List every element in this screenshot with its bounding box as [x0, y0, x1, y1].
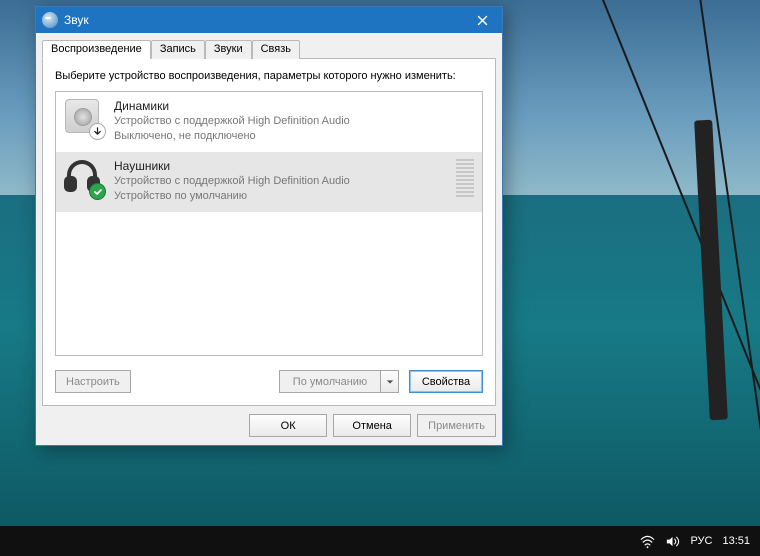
- tab-playback[interactable]: Воспроизведение: [42, 40, 151, 59]
- device-status: Выключено, не подключено: [114, 129, 474, 144]
- tab-sounds[interactable]: Звуки: [205, 40, 252, 59]
- device-status: Устройство по умолчанию: [114, 189, 440, 204]
- system-tray[interactable]: РУС 13:51: [640, 534, 750, 549]
- tabs: Воспроизведение Запись Звуки Связь: [42, 40, 496, 59]
- status-badge-default-icon: [89, 183, 106, 200]
- dialog-body: Воспроизведение Запись Звуки Связь Выбер…: [36, 33, 502, 445]
- close-icon: [477, 15, 488, 26]
- level-meter: [456, 159, 474, 197]
- status-badge-disabled-icon: [89, 123, 106, 140]
- close-button[interactable]: [462, 7, 502, 33]
- device-name: Динамики: [114, 98, 474, 114]
- set-default-button[interactable]: По умолчанию: [279, 370, 381, 393]
- taskbar[interactable]: РУС 13:51: [0, 526, 760, 556]
- wifi-icon[interactable]: [640, 534, 655, 549]
- device-item-speakers[interactable]: Динамики Устройство с поддержкой High De…: [56, 92, 482, 152]
- desktop: Звук Воспроизведение Запись Звуки Связь …: [0, 0, 760, 556]
- headphones-icon: [64, 158, 104, 198]
- tab-communications[interactable]: Связь: [252, 40, 300, 59]
- window-title: Звук: [64, 13, 462, 27]
- device-text: Наушники Устройство с поддержкой High De…: [114, 158, 440, 204]
- language-indicator[interactable]: РУС: [690, 535, 712, 547]
- tab-recording[interactable]: Запись: [151, 40, 205, 59]
- tab-panel-playback: Выберите устройство воспроизведения, пар…: [42, 58, 496, 406]
- titlebar[interactable]: Звук: [36, 7, 502, 33]
- configure-button[interactable]: Настроить: [55, 370, 131, 393]
- device-desc: Устройство с поддержкой High Definition …: [114, 174, 440, 189]
- ok-button[interactable]: ОК: [249, 414, 327, 437]
- device-desc: Устройство с поддержкой High Definition …: [114, 114, 474, 129]
- instruction-text: Выберите устройство воспроизведения, пар…: [55, 69, 483, 83]
- apply-button[interactable]: Применить: [417, 414, 496, 437]
- panel-button-row: Настроить По умолчанию Свойства: [55, 370, 483, 393]
- device-name: Наушники: [114, 158, 440, 174]
- speaker-icon: [64, 98, 104, 138]
- device-list[interactable]: Динамики Устройство с поддержкой High De…: [55, 91, 483, 356]
- device-item-headphones[interactable]: Наушники Устройство с поддержкой High De…: [56, 152, 482, 212]
- set-default-splitbutton[interactable]: По умолчанию: [279, 370, 399, 393]
- sound-icon: [42, 12, 58, 28]
- chevron-down-icon: [386, 378, 394, 386]
- volume-icon[interactable]: [665, 534, 680, 549]
- device-text: Динамики Устройство с поддержкой High De…: [114, 98, 474, 144]
- dialog-button-row: ОК Отмена Применить: [42, 414, 496, 437]
- set-default-dropdown[interactable]: [381, 370, 399, 393]
- properties-button[interactable]: Свойства: [409, 370, 483, 393]
- sound-dialog: Звук Воспроизведение Запись Звуки Связь …: [35, 6, 503, 446]
- cancel-button[interactable]: Отмена: [333, 414, 411, 437]
- clock[interactable]: 13:51: [722, 535, 750, 547]
